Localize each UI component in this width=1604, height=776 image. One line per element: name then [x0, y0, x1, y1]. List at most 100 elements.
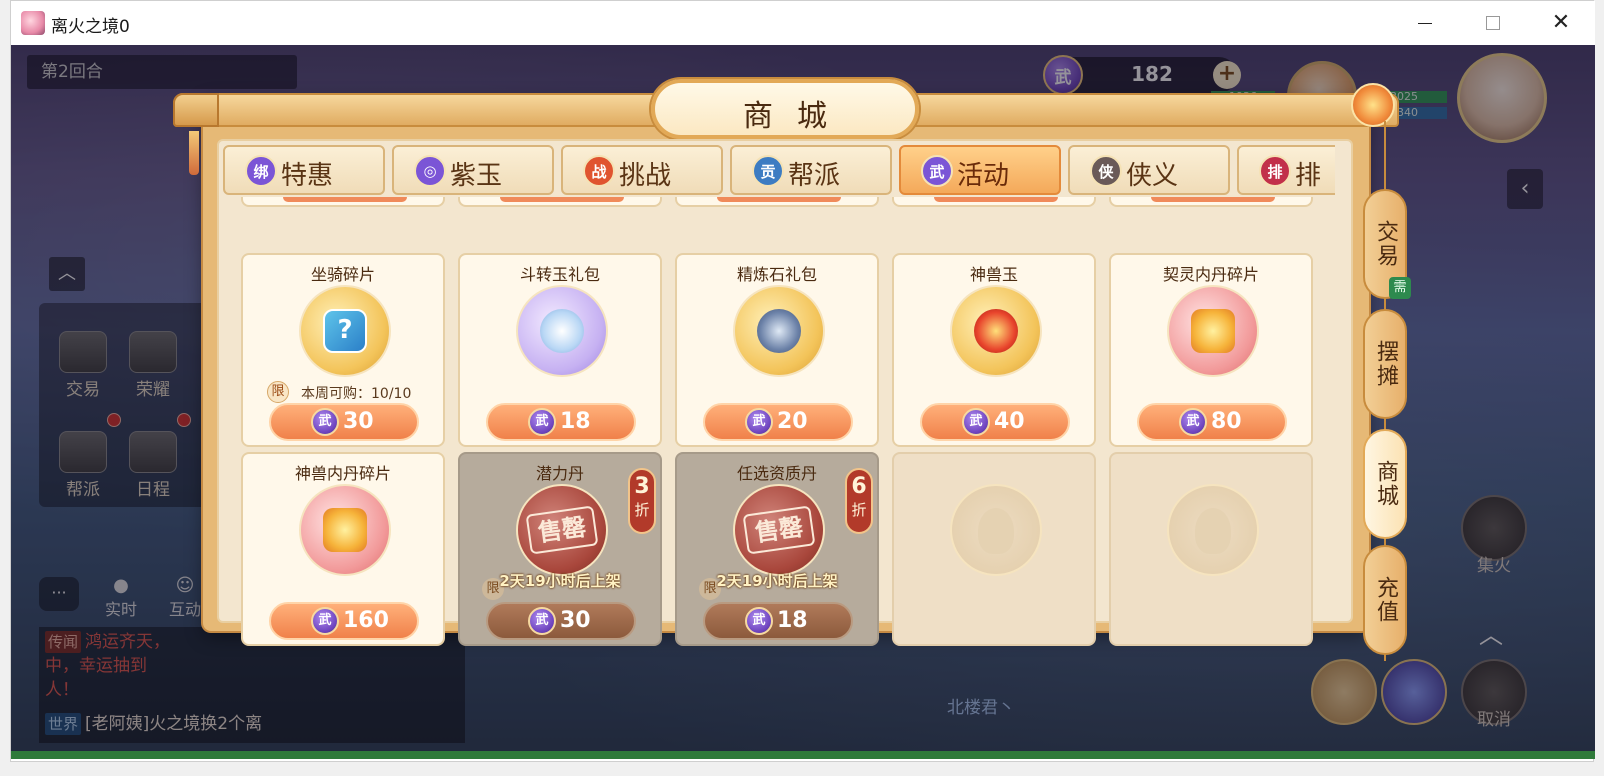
restock-timer: 2天19小时后上架: [499, 572, 621, 590]
minimize-button[interactable]: [1391, 1, 1459, 45]
tab-label: 紫玉: [450, 161, 503, 191]
shop-item-card[interactable]: 潜力丹 售罄 3 折 限 2天19小时后上架 武 30: [458, 452, 662, 646]
buy-button[interactable]: 武 20: [703, 403, 853, 441]
side-tab-label: 摆摊: [1373, 340, 1398, 388]
tab-label: 活动: [957, 161, 1010, 191]
box-art: [540, 309, 584, 353]
tab-chivalry[interactable]: 侠 侠义: [1068, 145, 1230, 195]
discount-value: 3: [634, 474, 650, 499]
restock-timer: 2天19小时后上架: [716, 572, 838, 590]
close-button[interactable]: ✕: [1527, 1, 1595, 45]
discount-tag: 6 折: [845, 468, 873, 534]
scrolled-item-edge: [892, 197, 1096, 207]
potential-pill-icon: 售罄: [516, 484, 608, 576]
tab-label: 挑战: [619, 161, 672, 191]
shop-title: 商城: [743, 99, 851, 134]
martial-coin-icon: 武: [528, 408, 556, 436]
core-art: [1191, 309, 1235, 353]
martial-coin-icon: 武: [745, 607, 773, 635]
sold-out-stamp: 售罄: [525, 505, 599, 555]
item-name: 斗转玉礼包: [519, 265, 600, 284]
close-icon: ✕: [1551, 10, 1571, 35]
buy-button[interactable]: 武 30: [269, 403, 419, 441]
shop-item-card[interactable]: 精炼石礼包 武 20: [675, 253, 879, 447]
item-name: 精炼石礼包: [736, 265, 817, 284]
maximize-button[interactable]: [1459, 1, 1527, 45]
empty-slot: [892, 452, 1096, 646]
tassel-ornament: [189, 131, 199, 175]
beast-jade-icon: [950, 285, 1042, 377]
need-badge: 需: [1389, 277, 1411, 299]
shop-item-card[interactable]: 神兽玉 武 40: [892, 253, 1096, 447]
purchase-limit: 限 本周可购：10/10: [267, 381, 447, 403]
martial-coin-icon: 武: [311, 607, 339, 635]
tab-activity[interactable]: 武 活动: [899, 145, 1061, 195]
item-price: 160: [343, 608, 389, 633]
item-name: 契灵内丹碎片: [1162, 265, 1259, 284]
item-price: 18: [777, 608, 808, 633]
card-art: ?: [323, 309, 367, 353]
bottom-strip: [11, 751, 1595, 759]
tab-icon: ◎: [414, 155, 446, 187]
beast-core-shard-icon: [299, 484, 391, 576]
item-price: 40: [994, 409, 1025, 434]
limit-badge: 限: [267, 381, 289, 403]
item-price: 30: [343, 409, 374, 434]
tab-icon: 战: [583, 155, 615, 187]
side-tab-stall[interactable]: 摆摊: [1363, 309, 1407, 419]
close-shop-button[interactable]: [1351, 83, 1395, 127]
martial-coin-icon: 武: [745, 408, 773, 436]
scrolled-item-edge: [1109, 197, 1313, 207]
tab-ranking[interactable]: 排 排: [1237, 145, 1335, 195]
core-art: [323, 508, 367, 552]
shop-item-card[interactable]: 神兽内丹碎片 武 160: [241, 452, 445, 646]
shop-title-plate: 商城: [651, 79, 919, 139]
discount-unit: 折: [634, 501, 650, 519]
tab-label: 排: [1295, 161, 1322, 191]
limit-text: 本周可购：10/10: [301, 386, 412, 402]
shop-item-card[interactable]: 斗转玉礼包 武 18: [458, 253, 662, 447]
scrolled-item-edge: [241, 197, 445, 207]
buy-button[interactable]: 武 80: [1137, 403, 1287, 441]
tab-purple-jade[interactable]: ◎ 紫玉: [392, 145, 554, 195]
buy-button[interactable]: 武 18: [703, 602, 853, 640]
window-title: 离火之境0: [51, 17, 130, 37]
side-tab-label: 交易: [1373, 220, 1398, 268]
tab-challenge[interactable]: 战 挑战: [561, 145, 723, 195]
shop-item-card[interactable]: 坐骑碎片 ? 限 本周可购：10/10 武 30: [241, 253, 445, 447]
tab-label: 侠义: [1126, 161, 1179, 191]
maximize-icon: [1486, 16, 1500, 30]
scrolled-item-edge: [675, 197, 879, 207]
side-tab-label: 充值: [1373, 576, 1398, 624]
flame-icon: [978, 508, 1014, 554]
tab-icon: 排: [1259, 155, 1291, 187]
flame-icon: [1195, 508, 1231, 554]
buy-button[interactable]: 武 30: [486, 602, 636, 640]
martial-coin-icon: 武: [528, 607, 556, 635]
tab-icon: 贡: [752, 155, 784, 187]
question-mark-icon: ?: [337, 315, 353, 345]
shop-tab-bar: 绑 特惠 ◎ 紫玉 战 挑战 贡 帮派 武 活动 侠 侠义 排 排: [223, 141, 1335, 199]
tab-guild[interactable]: 贡 帮派: [730, 145, 892, 195]
minimize-icon: [1418, 22, 1432, 24]
buy-button[interactable]: 武 18: [486, 403, 636, 441]
side-tab-recharge[interactable]: 充值: [1363, 545, 1407, 655]
box-art: [757, 309, 801, 353]
tab-icon: 绑: [245, 155, 277, 187]
tab-special-offer[interactable]: 绑 特惠: [223, 145, 385, 195]
item-name: 神兽内丹碎片: [294, 464, 391, 483]
buy-button[interactable]: 武 160: [269, 602, 419, 640]
side-tab-mall[interactable]: 商城: [1363, 429, 1407, 539]
shop-item-card[interactable]: 任选资质丹 售罄 6 折 限 2天19小时后上架 武 18: [675, 452, 879, 646]
item-price: 30: [560, 608, 591, 633]
tab-icon: 武: [921, 155, 953, 187]
item-price: 20: [777, 409, 808, 434]
discount-tag: 3 折: [628, 468, 656, 534]
tab-label: 特惠: [281, 161, 334, 191]
sold-out-stamp: 售罄: [742, 505, 816, 555]
refining-stone-pack-icon: [733, 285, 825, 377]
martial-coin-icon: 武: [962, 408, 990, 436]
app-icon: [21, 11, 45, 35]
shop-item-card[interactable]: 契灵内丹碎片 武 80: [1109, 253, 1313, 447]
buy-button[interactable]: 武 40: [920, 403, 1070, 441]
